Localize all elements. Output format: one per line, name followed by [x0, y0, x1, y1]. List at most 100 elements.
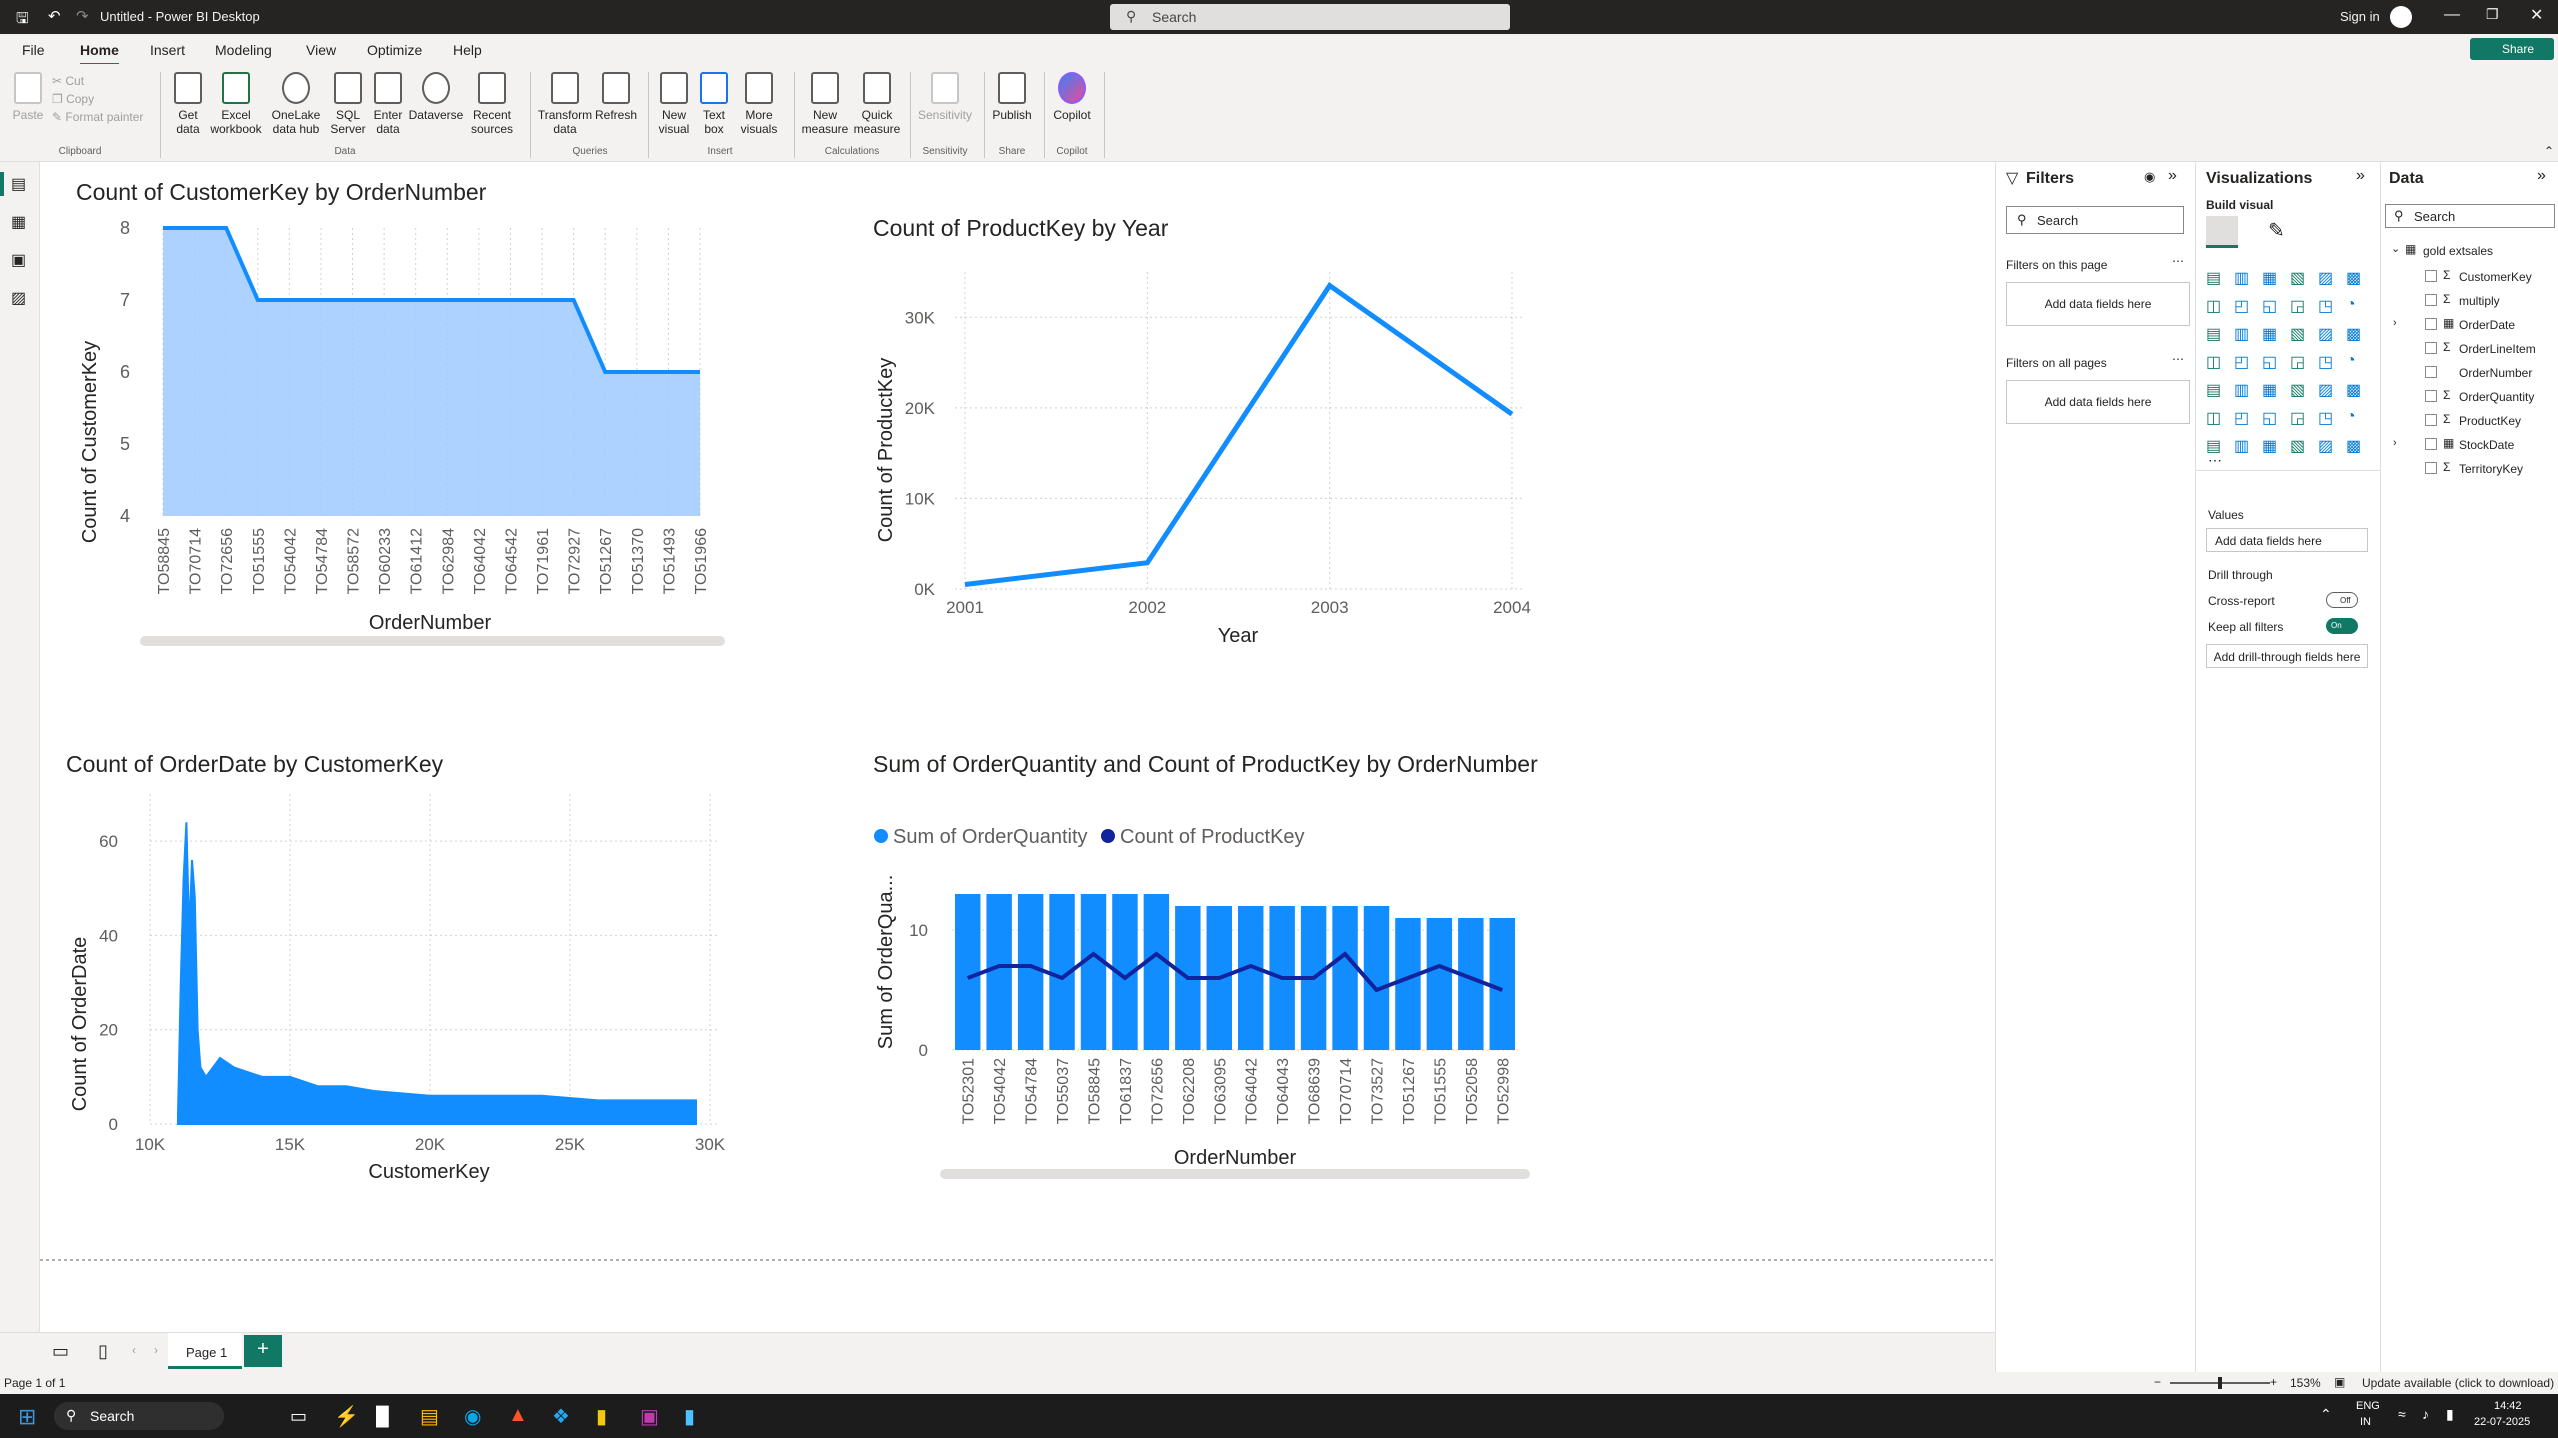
visual-type-icon[interactable]: ◰	[2234, 408, 2249, 428]
more-visuals-icon[interactable]: ⋯	[2208, 452, 2222, 469]
app-icon-2[interactable]: ▣	[640, 1404, 659, 1429]
visual-type-icon[interactable]: ▩	[2346, 324, 2361, 344]
collapse-ribbon-icon[interactable]: ⌃	[2544, 144, 2554, 158]
visual-type-icon[interactable]: ▦	[2262, 380, 2277, 400]
language[interactable]: ENG	[2356, 1400, 2380, 1412]
menu-modeling[interactable]: Modeling	[215, 42, 272, 58]
undo-icon[interactable]: ↶	[48, 7, 61, 25]
visual-type-icon[interactable]: ◰	[2234, 352, 2249, 372]
visual-type-icon[interactable]: ▤	[2206, 380, 2221, 400]
dataverse-button[interactable]: Dataverse	[408, 72, 464, 122]
visual-type-icon[interactable]: ◳	[2318, 408, 2333, 428]
visual-type-icon[interactable]: ▥	[2234, 268, 2249, 288]
sign-in-link[interactable]: Sign in	[2340, 9, 2380, 24]
field-item[interactable]: OrderNumber	[2381, 362, 2558, 384]
field-checkbox[interactable]	[2425, 342, 2437, 354]
build-visual-tab[interactable]	[2206, 216, 2238, 248]
dax-view-icon[interactable]: ▨	[11, 288, 26, 308]
zoom-out-icon[interactable]: −	[2154, 1375, 2161, 1389]
format-visual-icon[interactable]: ✎	[2268, 218, 2285, 243]
brave-icon[interactable]: ▲	[508, 1404, 528, 1427]
visual-type-icon[interactable]: ▧	[2290, 436, 2305, 456]
visual-type-icon[interactable]: ◔	[2346, 408, 2356, 426]
visual-type-icon[interactable]: ◔	[2346, 296, 2356, 314]
visual-type-icon[interactable]: ▥	[2234, 324, 2249, 344]
task-view-icon[interactable]: ▭	[290, 1406, 307, 1427]
field-item[interactable]: › ▦ OrderDate	[2381, 314, 2558, 336]
visual-type-icon[interactable]: ▤	[2206, 268, 2221, 288]
visual-type-icon[interactable]: ▥	[2234, 380, 2249, 400]
menu-help[interactable]: Help	[453, 42, 482, 58]
visual-type-icon[interactable]: ◳	[2318, 352, 2333, 372]
format-painter-button[interactable]: ✎ Format painter	[52, 110, 143, 124]
zoom-in-icon[interactable]: +	[2270, 1375, 2277, 1389]
more-options-icon[interactable]: ⋯	[2172, 254, 2184, 268]
visual-type-icon[interactable]: ▨	[2318, 268, 2333, 288]
visual-type-icon[interactable]: ▩	[2346, 268, 2361, 288]
visual-type-icon[interactable]: ◱	[2262, 296, 2277, 316]
visual-type-icon[interactable]: ▥	[2234, 436, 2249, 456]
report-canvas[interactable]: Count of CustomerKey by OrderNumber 8 7 6 5…	[40, 162, 1995, 1332]
visual-type-icon[interactable]: ◲	[2290, 352, 2305, 372]
visual-type-icon[interactable]: ◱	[2262, 352, 2277, 372]
values-drop[interactable]: Add data fields here	[2206, 528, 2368, 552]
share-button[interactable]: Share	[2470, 38, 2554, 60]
sensitivity-button[interactable]: Sensitivity	[914, 72, 976, 122]
menu-view[interactable]: View	[306, 42, 336, 58]
visual-type-icon[interactable]: ▧	[2290, 324, 2305, 344]
volume-icon[interactable]: ♪	[2422, 1406, 2429, 1422]
save-icon[interactable]: 🖫	[16, 8, 29, 33]
menu-optimize[interactable]: Optimize	[367, 42, 422, 58]
refresh-button[interactable]: Refresh	[594, 72, 638, 122]
visual-type-icon[interactable]: ▨	[2318, 324, 2333, 344]
recent-sources-button[interactable]: Recent sources	[466, 72, 518, 136]
menu-file[interactable]: File	[22, 42, 45, 58]
visual-type-icon[interactable]: ◲	[2290, 408, 2305, 428]
drill-through-drop[interactable]: Add drill-through fields here	[2206, 644, 2368, 668]
visual-type-icon[interactable]: ▧	[2290, 380, 2305, 400]
powerbi-icon[interactable]: ▮	[596, 1404, 607, 1429]
edge-icon[interactable]: ◉	[464, 1404, 481, 1429]
visual-type-icon[interactable]: ◰	[2234, 296, 2249, 316]
minimize-icon[interactable]: —	[2444, 6, 2460, 24]
chart4[interactable]: 0 10 TO52301 TO54042 TO54784 TO55037 TO58845 TO…	[909, 894, 1518, 1124]
app-icon[interactable]: ⚡	[334, 1404, 359, 1429]
visual-type-icon[interactable]: ▤	[2206, 324, 2221, 344]
visual-type-icon[interactable]: ◫	[2206, 408, 2221, 428]
chart3[interactable]: 0 20 40 60 10K 15K 20K 25K 30K	[99, 794, 726, 1154]
field-checkbox[interactable]	[2425, 318, 2437, 330]
report-view-icon[interactable]: ▤	[11, 174, 26, 194]
visual-type-icon[interactable]: ▨	[2318, 436, 2333, 456]
visual-type-icon[interactable]: ▩	[2346, 436, 2361, 456]
field-checkbox[interactable]	[2425, 270, 2437, 282]
visual-type-icon[interactable]: ▨	[2318, 380, 2333, 400]
visual-type-icon[interactable]: ▦	[2262, 436, 2277, 456]
get-data-button[interactable]: Get data	[165, 72, 211, 136]
visual-type-icon[interactable]: ▩	[2346, 380, 2361, 400]
visual-type-icon[interactable]: ▦	[2262, 268, 2277, 288]
mobile-layout-icon[interactable]: ▯	[98, 1341, 108, 1362]
eye-icon[interactable]: ◉	[2144, 169, 2155, 185]
sql-server-button[interactable]: SQL Server	[328, 72, 368, 136]
page-tab-1[interactable]: Page 1	[168, 1333, 242, 1369]
field-item[interactable]: Σmultiply	[2381, 290, 2558, 312]
restore-icon[interactable]: ❐	[2486, 6, 2499, 23]
fit-page-icon[interactable]: ▣	[2334, 1375, 2345, 1389]
new-measure-button[interactable]: New measure	[800, 72, 850, 136]
file-explorer-icon[interactable]: ▤	[420, 1404, 439, 1429]
windows-start-icon[interactable]: ⊞	[18, 1404, 36, 1430]
copy-button[interactable]: ❐ Copy	[52, 92, 94, 106]
visual-type-icon[interactable]: ◫	[2206, 352, 2221, 372]
avatar[interactable]	[2390, 6, 2412, 28]
collapse-viz-icon[interactable]: »	[2356, 167, 2365, 185]
visual-type-icon[interactable]: ◫	[2206, 296, 2221, 316]
publish-button[interactable]: Publish	[988, 72, 1036, 122]
chevron-right-icon[interactable]: ›	[2393, 317, 2397, 329]
field-checkbox[interactable]	[2425, 366, 2437, 378]
visual-type-icon[interactable]: ▦	[2262, 324, 2277, 344]
collapse-data-icon[interactable]: »	[2537, 167, 2546, 185]
onelake-button[interactable]: OneLake data hub	[268, 72, 324, 136]
field-item[interactable]: Σ OrderQuantity	[2381, 386, 2558, 408]
field-item[interactable]: Σ TerritoryKey	[2381, 458, 2558, 480]
search-input[interactable]: ⚲ Search	[1110, 4, 1510, 30]
